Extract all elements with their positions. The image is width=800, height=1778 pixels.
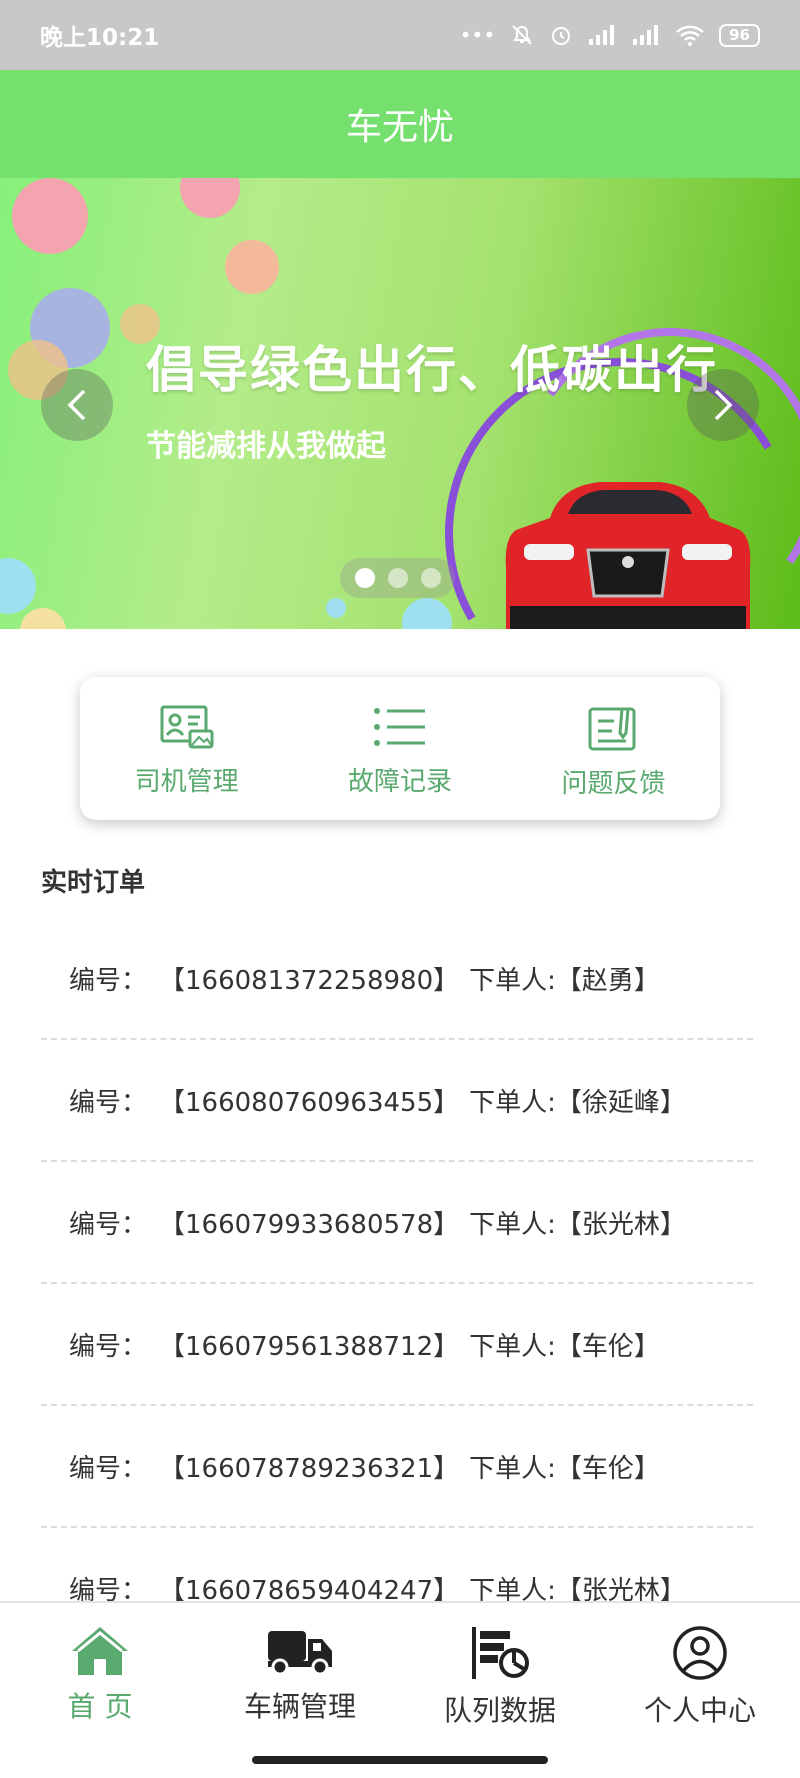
order-user: 【车伦】 (555, 1331, 660, 1362)
bottom-tab-bar: 首 页 车辆管理 队列数据 个人中心 (0, 1601, 800, 1778)
decor-bubble (180, 178, 240, 218)
order-row[interactable]: 编号： 【166080760963455】 下单人: 【徐延峰】 (41, 1040, 753, 1162)
decor-bubble (0, 558, 36, 614)
order-user-label: 下单人: (469, 1331, 556, 1362)
realtime-orders-title: 实时订单 (41, 868, 146, 898)
decor-bubble (20, 608, 66, 629)
chevron-left-icon (67, 389, 86, 421)
carousel-dot[interactable] (354, 568, 375, 588)
tab-queue-data[interactable]: 队列数据 (400, 1603, 600, 1778)
order-user: 【徐延峰】 (555, 1087, 686, 1118)
order-id-label: 编号： (69, 1331, 148, 1362)
truck-icon (268, 1631, 332, 1676)
order-user-label: 下单人: (469, 1087, 556, 1118)
order-row[interactable]: 编号： 【166078789236321】 下单人: 【车伦】 (41, 1406, 753, 1528)
driver-management-button[interactable]: 司机管理 (80, 677, 293, 820)
tab-label: 首 页 (67, 1690, 133, 1723)
order-user: 【车伦】 (555, 1453, 660, 1484)
order-id: 【166080760963455】 (159, 1087, 460, 1118)
queue-data-icon (472, 1627, 529, 1679)
tab-home[interactable]: 首 页 (0, 1603, 200, 1778)
banner-subtitle: 节能减排从我做起 (146, 429, 386, 464)
banner-carousel[interactable]: 倡导绿色出行、低碳出行 节能减排从我做起 (0, 178, 800, 629)
tab-personal-center[interactable]: 个人中心 (600, 1603, 800, 1778)
wifi-icon (676, 25, 704, 46)
alarm-icon (552, 27, 571, 45)
carousel-dot[interactable] (420, 568, 441, 588)
order-list: 编号： 【166081372258980】 下单人: 【赵勇】 编号： 【166… (41, 918, 753, 1650)
banner-next-button[interactable] (687, 369, 759, 441)
more-icon: ••• (459, 23, 496, 47)
order-id-label: 编号： (69, 1087, 148, 1118)
tab-label: 车辆管理 (243, 1690, 356, 1723)
order-id: 【166078789236321】 (159, 1453, 460, 1484)
quick-menu-label: 故障记录 (347, 767, 452, 797)
list-icon (373, 708, 425, 746)
mute-bell-icon (512, 25, 532, 45)
quick-menu-label: 问题反馈 (561, 769, 666, 799)
user-icon (673, 1626, 727, 1680)
decor-bubble (12, 178, 88, 254)
tab-vehicle-management[interactable]: 车辆管理 (200, 1603, 400, 1778)
order-row[interactable]: 编号： 【166081372258980】 下单人: 【赵勇】 (41, 918, 753, 1040)
app-header: 车无忧 (0, 70, 800, 178)
fault-record-button[interactable]: 故障记录 (293, 677, 506, 820)
order-id-label: 编号： (69, 965, 148, 996)
driver-card-icon (160, 705, 214, 749)
order-user-label: 下单人: (469, 1453, 556, 1484)
order-id: 【166079933680578】 (159, 1209, 460, 1240)
tab-label: 个人中心 (643, 1694, 756, 1727)
order-user: 【张光林】 (555, 1209, 686, 1240)
signal-icon (589, 25, 615, 45)
quick-menu-card: 司机管理 故障记录 问题反馈 (80, 677, 720, 820)
order-row[interactable]: 编号： 【166079561388712】 下单人: 【车伦】 (41, 1284, 753, 1406)
decor-bubble (326, 598, 346, 618)
signal-icon-2 (633, 25, 659, 45)
order-id: 【166081372258980】 (159, 965, 460, 996)
tab-label: 队列数据 (443, 1694, 556, 1727)
banner-prev-button[interactable] (41, 369, 113, 441)
feedback-button[interactable]: 问题反馈 (507, 677, 720, 820)
banner-title: 倡导绿色出行、低碳出行 (146, 340, 718, 399)
home-icon (72, 1627, 128, 1675)
order-user: 【赵勇】 (555, 965, 660, 996)
carousel-indicator (340, 558, 455, 598)
status-icons: ••• 96 (460, 22, 760, 48)
order-id: 【166079561388712】 (159, 1331, 460, 1362)
status-bar: 晚上10:21 ••• 96 (0, 0, 800, 70)
feedback-edit-icon (588, 707, 636, 751)
red-car-image (505, 482, 751, 629)
page-title: 车无忧 (345, 107, 454, 148)
status-time: 晚上10:21 (40, 25, 160, 51)
order-row[interactable]: 编号： 【166079933680578】 下单人: 【张光林】 (41, 1162, 753, 1284)
decor-bubble (225, 240, 279, 294)
decor-bubble (402, 598, 452, 629)
order-user-label: 下单人: (469, 965, 556, 996)
order-id-label: 编号： (69, 1209, 148, 1240)
home-indicator[interactable] (252, 1756, 548, 1764)
order-user-label: 下单人: (469, 1209, 556, 1240)
order-id-label: 编号： (69, 1453, 148, 1484)
quick-menu-label: 司机管理 (134, 767, 239, 797)
chevron-right-icon (714, 389, 733, 421)
battery-indicator: 96 (719, 23, 760, 47)
carousel-dot[interactable] (387, 568, 408, 588)
